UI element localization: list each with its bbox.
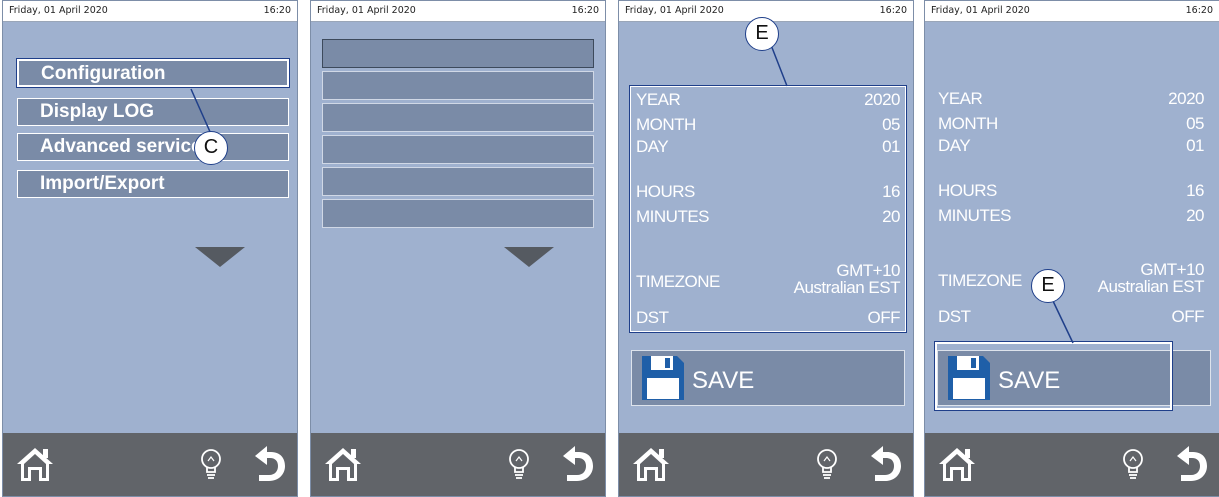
screen-main-menu: Friday, 01 April 2020 16:20 Configuratio… — [2, 0, 298, 497]
back-arrow-icon[interactable] — [867, 444, 903, 484]
home-icon[interactable] — [15, 445, 55, 483]
callout-e: E — [1031, 269, 1065, 303]
screen-date-time-save: Friday, 01 April 2020 16:20 YEAR 2020 MO… — [924, 0, 1219, 497]
empty-menu-button-4[interactable] — [322, 135, 594, 164]
callout-leader-line — [770, 44, 788, 87]
scroll-down-arrow-icon[interactable] — [504, 247, 554, 267]
status-time: 16:20 — [571, 5, 599, 16]
back-arrow-icon[interactable] — [251, 444, 287, 484]
empty-menu-button-5[interactable] — [322, 167, 594, 196]
bottom-nav-bar — [619, 433, 913, 496]
status-bar: Friday, 01 April 2020 16:20 — [311, 1, 605, 22]
empty-menu-button-1[interactable] — [322, 39, 594, 68]
screen-date-time-settings: Friday, 01 April 2020 16:20 YEAR 2020 MO… — [618, 0, 914, 497]
home-icon[interactable] — [937, 445, 977, 483]
empty-menu-button-2[interactable] — [322, 71, 594, 100]
back-arrow-icon[interactable] — [559, 444, 595, 484]
callout-leader-line — [190, 88, 212, 135]
screen-configuration-loading: Friday, 01 April 2020 16:20 — [310, 0, 606, 497]
callout-leader-line — [1052, 300, 1074, 344]
lightbulb-icon[interactable] — [507, 448, 531, 480]
lightbulb-icon[interactable] — [1121, 448, 1145, 480]
lightbulb-icon[interactable] — [815, 448, 839, 480]
home-icon[interactable] — [323, 445, 363, 483]
callout-e: E — [745, 17, 779, 51]
bottom-nav-bar — [311, 433, 605, 496]
bottom-nav-bar — [3, 433, 297, 496]
bottom-nav-bar — [925, 433, 1219, 496]
lightbulb-icon[interactable] — [199, 448, 223, 480]
callout-c: C — [194, 131, 228, 165]
back-arrow-icon[interactable] — [1173, 444, 1209, 484]
empty-menu-button-6[interactable] — [322, 199, 594, 228]
empty-menu-button-3[interactable] — [322, 103, 594, 132]
home-icon[interactable] — [631, 445, 671, 483]
status-date: Friday, 01 April 2020 — [317, 5, 416, 16]
